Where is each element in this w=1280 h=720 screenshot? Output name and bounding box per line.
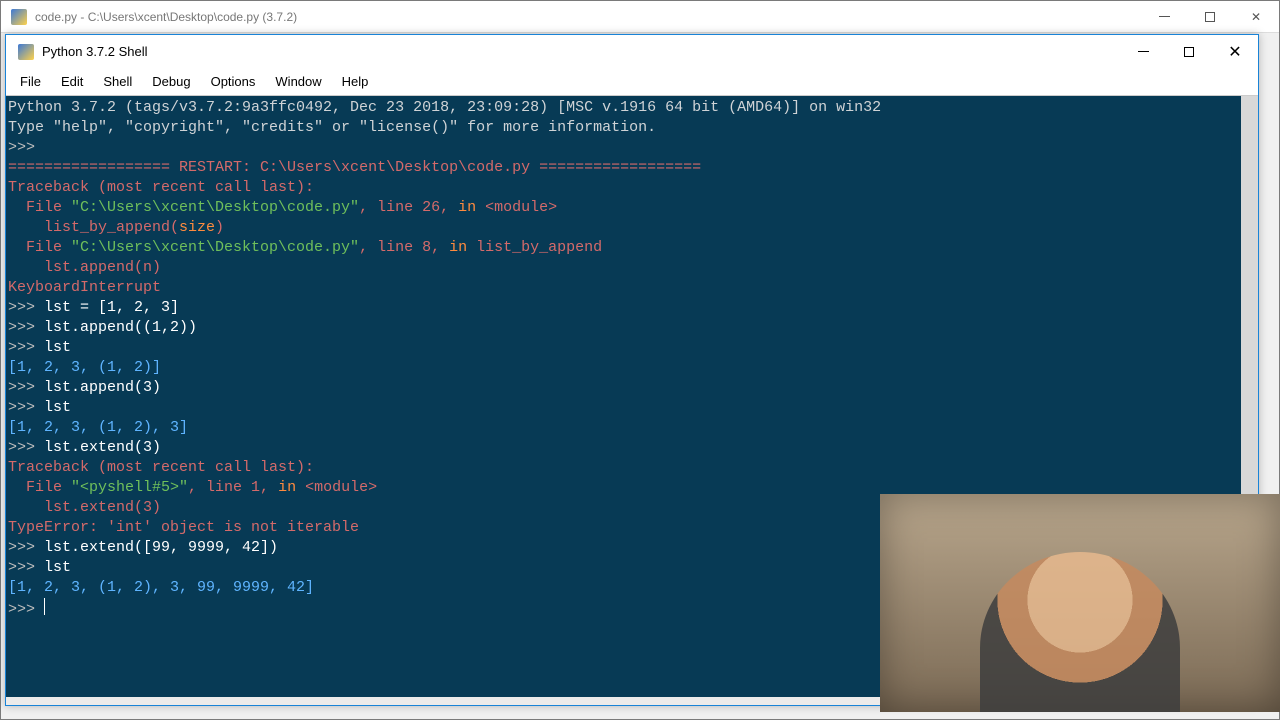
banner-line: Python 3.7.2 (tags/v3.7.2:9a3ffc0492, De… [8, 98, 1252, 118]
menu-options[interactable]: Options [201, 71, 266, 92]
python-file-icon [11, 9, 27, 25]
repl-line: >>> lst [8, 398, 1252, 418]
bg-close-button[interactable]: ✕ [1233, 1, 1279, 32]
minimize-button[interactable] [1120, 35, 1166, 68]
traceback-head: Traceback (most recent call last): [8, 178, 1252, 198]
presenter-figure [980, 552, 1180, 712]
traceback-head: Traceback (most recent call last): [8, 458, 1252, 478]
menu-edit[interactable]: Edit [51, 71, 93, 92]
python-shell-icon [18, 44, 34, 60]
background-window-controls: ✕ [1141, 1, 1279, 32]
close-button[interactable]: ✕ [1212, 35, 1258, 68]
menu-help[interactable]: Help [332, 71, 379, 92]
traceback-src: lst.append(n) [8, 258, 1252, 278]
prompt-line: >>> [8, 138, 1252, 158]
background-titlebar: code.py - C:\Users\xcent\Desktop\code.py… [1, 1, 1279, 33]
repl-output: [1, 2, 3, (1, 2)] [8, 358, 1252, 378]
shell-window-title: Python 3.7.2 Shell [42, 44, 1120, 59]
menu-shell[interactable]: Shell [93, 71, 142, 92]
traceback-file: File "C:\Users\xcent\Desktop\code.py", l… [8, 238, 1252, 258]
background-window-title: code.py - C:\Users\xcent\Desktop\code.py… [35, 10, 1141, 24]
traceback-src: list_by_append(size) [8, 218, 1252, 238]
repl-line: >>> lst [8, 338, 1252, 358]
menu-window[interactable]: Window [265, 71, 331, 92]
text-cursor [44, 598, 45, 615]
restart-line: ================== RESTART: C:\Users\xce… [8, 158, 1252, 178]
shell-titlebar[interactable]: Python 3.7.2 Shell ✕ [6, 35, 1258, 68]
bg-minimize-button[interactable] [1141, 1, 1187, 32]
banner-line: Type "help", "copyright", "credits" or "… [8, 118, 1252, 138]
repl-line: >>> lst = [1, 2, 3] [8, 298, 1252, 318]
menu-debug[interactable]: Debug [142, 71, 200, 92]
bg-maximize-button[interactable] [1187, 1, 1233, 32]
shell-window-controls: ✕ [1120, 35, 1258, 68]
repl-line: >>> lst.extend(3) [8, 438, 1252, 458]
webcam-overlay [880, 494, 1280, 712]
maximize-button[interactable] [1166, 35, 1212, 68]
keyboard-interrupt: KeyboardInterrupt [8, 278, 1252, 298]
traceback-file: File "C:\Users\xcent\Desktop\code.py", l… [8, 198, 1252, 218]
menu-bar: File Edit Shell Debug Options Window Hel… [6, 68, 1258, 95]
menu-file[interactable]: File [10, 71, 51, 92]
repl-line: >>> lst.append(3) [8, 378, 1252, 398]
repl-line: >>> lst.append((1,2)) [8, 318, 1252, 338]
repl-output: [1, 2, 3, (1, 2), 3] [8, 418, 1252, 438]
